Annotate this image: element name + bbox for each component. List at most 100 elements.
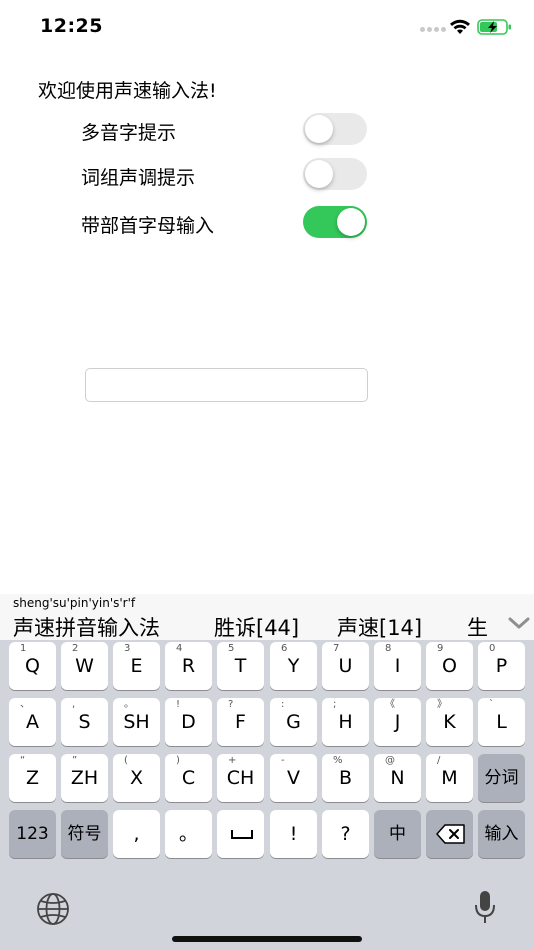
key-i[interactable]: 8I (374, 642, 421, 690)
candidate-item[interactable]: 胜诉[44] (214, 612, 299, 642)
radical-input-toggle[interactable] (303, 206, 367, 238)
text-input-field[interactable] (85, 368, 368, 402)
key-l[interactable]: ` L (478, 698, 525, 746)
key-v[interactable]: -V (270, 754, 317, 802)
key-p[interactable]: 0P (478, 642, 525, 690)
key-period[interactable]: 。 (165, 810, 212, 858)
key-hint: 9 (437, 643, 444, 654)
key-hint: 2 (72, 643, 79, 654)
delete-key[interactable] (426, 810, 473, 858)
key-ch[interactable]: + CH (217, 754, 264, 802)
key-label: M (441, 767, 458, 789)
key-label: ! (289, 823, 298, 845)
key-h[interactable]: ; H (322, 698, 369, 746)
key-d[interactable]: ! D (165, 698, 212, 746)
key-label: Z (25, 767, 40, 789)
key-label: ? (340, 823, 351, 845)
candidate-item[interactable]: 声速[14] (337, 612, 422, 642)
key-question[interactable]: ? (322, 810, 369, 858)
key-sh[interactable]: 。 SH (113, 698, 160, 746)
key-hint: 》 (437, 699, 447, 710)
key-j[interactable]: 《 J (374, 698, 421, 746)
pinyin-composition: sheng'su'pin'yin's'r'f (13, 596, 136, 610)
key-hint: @ (385, 755, 395, 766)
key-hint: 《 (385, 699, 395, 710)
key-w[interactable]: 2W (61, 642, 108, 690)
key-label: L (496, 711, 507, 733)
phrase-tone-hint-toggle[interactable] (303, 158, 367, 190)
chevron-down-icon[interactable] (508, 616, 530, 630)
key-hint: 6 (281, 643, 288, 654)
key-label: R (181, 655, 196, 677)
key-k[interactable]: 》 K (426, 698, 473, 746)
key-a[interactable]: 、 A (9, 698, 56, 746)
key-label: CH (226, 767, 255, 789)
polyphone-hint-toggle[interactable] (303, 113, 367, 145)
key-label: SH (123, 711, 150, 733)
delete-icon (436, 824, 465, 844)
setting-label: 词组声调提示 (81, 167, 196, 189)
key-o[interactable]: 9O (426, 642, 473, 690)
chinese-mode-key[interactable]: 中 (374, 810, 421, 858)
key-s[interactable]: ,S (61, 698, 108, 746)
key-label: I (394, 655, 401, 677)
key-u[interactable]: 7U (322, 642, 369, 690)
key-m[interactable]: / M (426, 754, 473, 802)
key-hint: 。 (124, 699, 134, 710)
key-n[interactable]: @ N (374, 754, 421, 802)
key-c[interactable]: ) C (165, 754, 212, 802)
key-hint: ! (176, 699, 181, 710)
symbols-key[interactable]: 符号 (61, 810, 108, 858)
key-z[interactable]: “Z (9, 754, 56, 802)
key-hint: ( (124, 755, 128, 766)
key-zh[interactable]: ” ZH (61, 754, 108, 802)
key-hint: 0 (489, 643, 496, 654)
space-key[interactable] (217, 810, 264, 858)
key-r[interactable]: 4R (165, 642, 212, 690)
key-label: K (443, 711, 456, 733)
key-label: 123 (16, 824, 49, 844)
key-label: 中 (389, 824, 406, 844)
key-b[interactable]: % B (322, 754, 369, 802)
key-hint: + (228, 755, 237, 766)
key-label: O (442, 655, 457, 677)
key-label: S (78, 711, 91, 733)
key-hint: “ (20, 755, 26, 766)
key-hint: % (333, 755, 343, 766)
toggle-knob (337, 208, 365, 236)
key-q[interactable]: 1Q (9, 642, 56, 690)
key-label: 输入 (484, 824, 519, 844)
key-y[interactable]: 6Y (270, 642, 317, 690)
candidate-item[interactable]: 生 (467, 612, 488, 642)
key-exclamation[interactable]: ! (270, 810, 317, 858)
key-label: U (338, 655, 353, 677)
key-x[interactable]: (X (113, 754, 160, 802)
wifi-icon (450, 19, 470, 34)
key-label: E (130, 655, 143, 677)
key-f[interactable]: ? F (217, 698, 264, 746)
microphone-icon[interactable] (474, 890, 496, 924)
numbers-key[interactable]: 123 (9, 810, 56, 858)
key-label: G (286, 711, 301, 733)
key-g[interactable]: :G (270, 698, 317, 746)
key-label: X (129, 767, 144, 789)
enter-key[interactable]: 输入 (478, 810, 525, 858)
home-indicator (172, 936, 362, 942)
segment-key[interactable]: 分词 (478, 754, 525, 802)
key-label: C (181, 767, 196, 789)
setting-row-radical-input: 带部首字母输入 (81, 206, 381, 240)
key-label: P (495, 655, 508, 677)
key-hint: ` (489, 699, 494, 710)
status-time: 12:25 (40, 15, 103, 37)
globe-icon[interactable] (36, 892, 70, 926)
key-t[interactable]: 5T (217, 642, 264, 690)
key-label: J (394, 711, 401, 733)
key-e[interactable]: 3E (113, 642, 160, 690)
status-bar: 12:25 (0, 0, 534, 54)
key-hint: 、 (20, 699, 30, 710)
key-hint: ? (228, 699, 234, 710)
key-comma[interactable]: , (113, 810, 160, 858)
key-hint: 8 (385, 643, 392, 654)
key-label: N (390, 767, 405, 789)
candidate-item[interactable]: 声速拼音输入法 (13, 612, 160, 642)
